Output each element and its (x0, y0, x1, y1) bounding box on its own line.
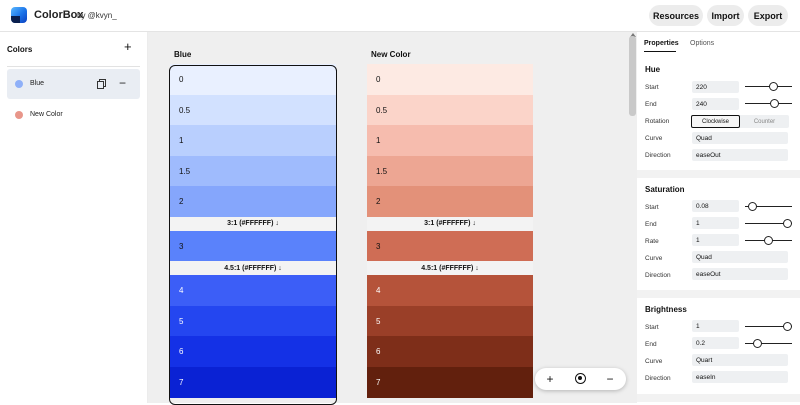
saturation-curve-select[interactable]: Quad (692, 251, 788, 263)
hue-start-label: Start (645, 84, 659, 91)
brightness-end-input[interactable]: 0.2 (692, 337, 739, 349)
swatch-row[interactable]: 5 (170, 305, 336, 337)
contrast-threshold-label: 4.5:1 (#FFFFFF) ↓ (170, 261, 336, 275)
swatch-row[interactable]: 0 (170, 64, 336, 95)
hue-end-label: End (645, 101, 657, 108)
reset-view-icon[interactable] (575, 373, 586, 384)
saturation-heading: Saturation (645, 185, 685, 194)
saturation-curve-label: Curve (645, 255, 663, 262)
saturation-end-slider[interactable] (745, 218, 792, 230)
palette-title-new-color: New Color (371, 50, 411, 59)
saturation-rate-input[interactable]: 1 (692, 234, 739, 246)
app-byline[interactable]: by @kvyn_ (77, 11, 117, 20)
divider (7, 66, 140, 67)
brightness-end-label: End (645, 341, 657, 348)
export-button[interactable]: Export (748, 5, 788, 26)
section-divider (637, 290, 800, 298)
tab-options[interactable]: Options (690, 40, 714, 47)
canvas-scrollbar[interactable] (629, 36, 636, 116)
zoom-in-icon[interactable]: + (542, 371, 558, 387)
color-swatch-dot (15, 80, 23, 88)
color-swatch-dot (15, 111, 23, 119)
saturation-end-label: End (645, 221, 657, 228)
saturation-rate-slider[interactable] (745, 235, 792, 247)
brightness-curve-select[interactable]: Quart (692, 354, 788, 366)
hue-curve-select[interactable]: Quad (692, 132, 788, 144)
saturation-end-input[interactable]: 1 (692, 217, 739, 229)
brightness-heading: Brightness (645, 305, 687, 314)
add-color-icon[interactable]: + (124, 40, 132, 53)
color-item-blue[interactable]: Blue − (7, 69, 140, 99)
brightness-direction-label: Direction (645, 375, 671, 382)
resources-button[interactable]: Resources (649, 5, 703, 26)
hue-heading: Hue (645, 65, 661, 74)
swatch-row[interactable]: 2 (367, 186, 533, 217)
swatch-row[interactable]: 1.5 (367, 155, 533, 187)
brightness-start-slider[interactable] (745, 321, 792, 333)
swatch-row[interactable]: 1 (367, 125, 533, 156)
swatch-row[interactable]: 5 (367, 305, 533, 337)
hue-rotation-label: Rotation (645, 118, 670, 125)
swatch-row[interactable]: 3 (170, 230, 336, 262)
hue-start-input[interactable]: 220 (692, 81, 739, 93)
hue-curve-label: Curve (645, 135, 663, 142)
colors-heading: Colors (7, 45, 33, 54)
swatch-row[interactable]: 2 (170, 186, 336, 217)
brightness-curve-label: Curve (645, 358, 663, 365)
swatch-row[interactable]: 1.5 (170, 155, 336, 187)
brightness-start-label: Start (645, 324, 659, 331)
zoom-out-icon[interactable]: − (602, 371, 618, 387)
swatch-row[interactable]: 0.5 (170, 94, 336, 126)
color-item-new-color[interactable]: New Color (7, 100, 140, 130)
hue-end-slider[interactable] (745, 98, 792, 110)
hue-end-input[interactable]: 240 (692, 98, 739, 110)
top-bar: ColorBox by @kvyn_ Resources Import Expo… (0, 0, 800, 32)
rotation-counter-button[interactable]: Counter (740, 115, 789, 128)
swatch-row[interactable]: 4 (170, 275, 336, 306)
swatch-row[interactable]: 0 (367, 64, 533, 95)
duplicate-icon[interactable] (97, 79, 106, 89)
hue-direction-label: Direction (645, 152, 671, 159)
saturation-direction-label: Direction (645, 272, 671, 279)
palette-title-blue: Blue (174, 50, 192, 59)
section-divider (637, 170, 800, 178)
hue-start-slider[interactable] (745, 81, 792, 93)
remove-icon[interactable]: − (119, 77, 126, 89)
palette-canvas[interactable]: Blue New Color 0 0.5 1 1.5 2 3:1 (#FFFFFF) ↓ 3… (148, 32, 637, 403)
saturation-start-label: Start (645, 204, 659, 211)
section-divider (637, 394, 800, 402)
tab-properties[interactable]: Properties (644, 40, 679, 47)
saturation-direction-select[interactable]: easeOut (692, 268, 788, 280)
brightness-start-input[interactable]: 1 (692, 320, 739, 332)
import-button[interactable]: Import (707, 5, 744, 26)
color-item-label: Blue (30, 80, 45, 87)
rotation-toggle: Clockwise Counter (691, 115, 789, 128)
hue-direction-select[interactable]: easeOut (692, 149, 788, 161)
brightness-end-slider[interactable] (745, 338, 792, 350)
saturation-start-input[interactable]: 0.08 (692, 200, 739, 212)
contrast-threshold-label: 3:1 (#FFFFFF) ↓ (367, 216, 533, 231)
brightness-direction-select[interactable]: easeIn (692, 371, 788, 383)
swatch-row[interactable]: 3 (367, 230, 533, 262)
color-item-label: New Color (30, 111, 63, 118)
swatch-row[interactable]: 6 (367, 336, 533, 367)
contrast-threshold-label: 4.5:1 (#FFFFFF) ↓ (367, 261, 533, 275)
saturation-start-slider[interactable] (745, 201, 792, 213)
swatch-row[interactable]: 7 (170, 366, 336, 398)
swatch-row[interactable]: 0.5 (367, 94, 533, 126)
colorbox-logo-icon (11, 7, 27, 23)
swatch-row[interactable]: 6 (170, 336, 336, 367)
saturation-rate-label: Rate (645, 238, 659, 245)
properties-panel: Properties Options Hue Start 220 End 240… (637, 32, 800, 403)
colors-sidebar: Colors + Blue − New Color (0, 32, 148, 403)
active-tab-underline (644, 51, 676, 52)
swatch-row[interactable]: 7 (367, 366, 533, 398)
swatch-row[interactable]: 1 (170, 125, 336, 156)
rotation-clockwise-button[interactable]: Clockwise (691, 115, 740, 128)
contrast-threshold-label: 3:1 (#FFFFFF) ↓ (170, 216, 336, 231)
swatch-row[interactable]: 4 (367, 275, 533, 306)
